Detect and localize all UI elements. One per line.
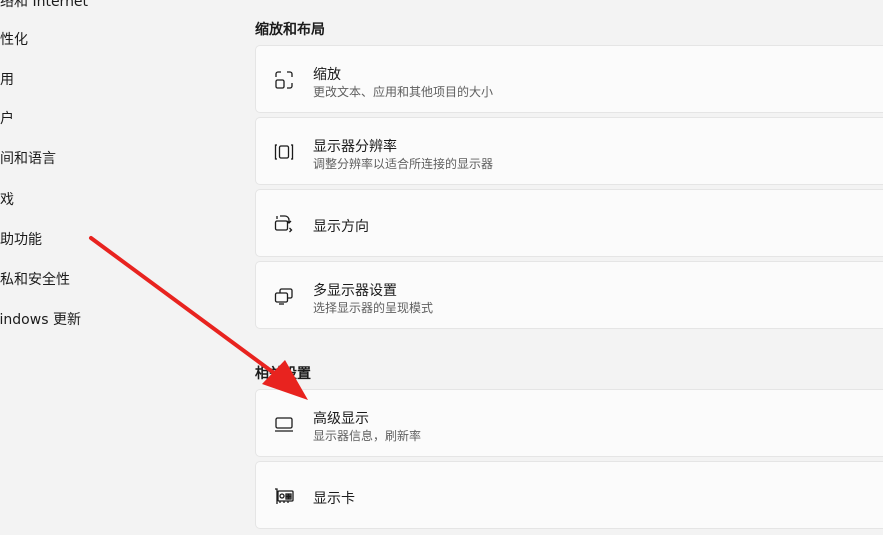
monitor-icon	[272, 412, 296, 436]
multi-display-title: 多显示器设置	[313, 283, 397, 299]
orientation-card[interactable]: 显示方向	[255, 189, 883, 257]
scale-subtitle: 更改文本、应用和其他项目的大小	[313, 85, 494, 99]
resolution-title: 显示器分辨率	[313, 139, 397, 155]
sidebar-item-accounts[interactable]: 帐户	[0, 104, 14, 134]
scale-card[interactable]: 缩放 更改文本、应用和其他项目的大小	[255, 45, 883, 113]
section-heading-scale-layout: 缩放和布局	[255, 22, 325, 38]
orientation-title: 显示方向	[313, 219, 369, 235]
graphics-card-title: 显示卡	[313, 491, 355, 507]
sidebar-item-network[interactable]: 网络和 Internet	[0, 0, 88, 17]
advanced-display-title: 高级显示	[313, 411, 369, 427]
sidebar-item-privacy-security[interactable]: 隐私和安全性	[0, 265, 70, 295]
orientation-icon	[272, 212, 296, 236]
sidebar-item-personalization[interactable]: 个性化	[0, 25, 28, 55]
zoom-icon	[272, 68, 296, 92]
scale-title: 缩放	[313, 67, 341, 83]
graphics-card-card[interactable]: 显示卡	[255, 461, 883, 529]
advanced-display-subtitle: 显示器信息，刷新率	[313, 429, 422, 443]
sidebar-item-apps[interactable]: 应用	[0, 65, 14, 95]
resolution-card[interactable]: 显示器分辨率 调整分辨率以适合所连接的显示器	[255, 117, 883, 185]
graphics-card-icon	[272, 484, 296, 508]
advanced-display-card[interactable]: 高级显示 显示器信息，刷新率	[255, 389, 883, 457]
resolution-subtitle: 调整分辨率以适合所连接的显示器	[313, 157, 494, 171]
sidebar-item-time-language[interactable]: 时间和语言	[0, 144, 56, 174]
section-heading-related: 相关设置	[255, 366, 311, 382]
settings-window: 网络和 Internet 个性化 应用 帐户 时间和语言 游戏 辅助功能 隐私和…	[0, 0, 883, 535]
multi-display-icon	[272, 284, 296, 308]
multi-display-card[interactable]: 多显示器设置 选择显示器的呈现模式	[255, 261, 883, 329]
sidebar-nav: 网络和 Internet 个性化 应用 帐户 时间和语言 游戏 辅助功能 隐私和…	[0, 0, 240, 535]
resolution-icon	[272, 140, 296, 164]
sidebar-item-windows-update[interactable]: Windows 更新	[0, 305, 81, 335]
multi-display-subtitle: 选择显示器的呈现模式	[313, 301, 434, 315]
sidebar-item-accessibility[interactable]: 辅助功能	[0, 225, 42, 255]
sidebar-item-gaming[interactable]: 游戏	[0, 185, 14, 215]
